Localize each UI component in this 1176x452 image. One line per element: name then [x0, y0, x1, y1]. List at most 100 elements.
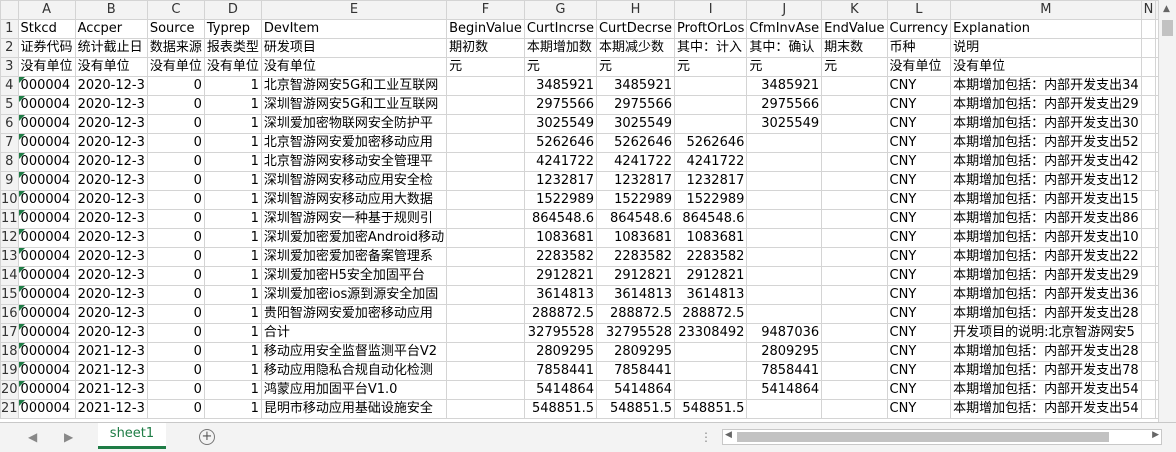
- cell[interactable]: [446, 361, 525, 381]
- scroll-right-icon[interactable]: ▶: [1152, 430, 1159, 440]
- cell[interactable]: 2912821: [673, 266, 748, 286]
- cell[interactable]: 合计: [260, 323, 448, 343]
- cell[interactable]: 1232817: [523, 171, 597, 191]
- cell[interactable]: 2020-12-3: [74, 285, 148, 305]
- triangle-left-icon[interactable]: ◀: [28, 430, 37, 444]
- cell[interactable]: 2021-12-3: [74, 342, 148, 362]
- cell[interactable]: 000004: [17, 152, 76, 172]
- cell[interactable]: 3485921: [746, 76, 823, 96]
- cell[interactable]: [446, 342, 525, 362]
- scroll-up-icon[interactable]: ▲: [1163, 4, 1170, 14]
- cell[interactable]: 5414864: [523, 380, 597, 400]
- cell[interactable]: 证券代码: [17, 38, 76, 58]
- cell[interactable]: [673, 95, 748, 115]
- cell[interactable]: 元: [673, 57, 748, 77]
- cell[interactable]: 1: [203, 266, 262, 286]
- cell[interactable]: 3614813: [673, 285, 748, 305]
- cell[interactable]: 其中：计入: [673, 38, 748, 58]
- column-header[interactable]: E: [260, 0, 448, 20]
- cell[interactable]: [446, 228, 525, 248]
- cell[interactable]: CNY: [886, 190, 952, 210]
- cell[interactable]: [673, 76, 748, 96]
- cell[interactable]: 1: [203, 304, 262, 324]
- cell[interactable]: 288872.5: [673, 304, 748, 324]
- row-header[interactable]: 10: [0, 190, 19, 210]
- cell[interactable]: 4241722: [673, 152, 748, 172]
- cell[interactable]: 9487036: [746, 323, 823, 343]
- cell[interactable]: 币种: [886, 38, 952, 58]
- cell[interactable]: 0: [146, 323, 205, 343]
- cell[interactable]: 0: [146, 304, 205, 324]
- cell[interactable]: [1140, 190, 1157, 210]
- cell[interactable]: 统计截止日: [74, 38, 148, 58]
- cell[interactable]: 2020-12-3: [74, 228, 148, 248]
- cell[interactable]: 昆明市移动应用基础设施安全: [260, 399, 448, 419]
- cell[interactable]: 2283582: [523, 247, 597, 267]
- cell[interactable]: Explanation: [950, 19, 1142, 39]
- cell[interactable]: [746, 152, 823, 172]
- cell[interactable]: 1522989: [523, 190, 597, 210]
- cell[interactable]: 000004: [17, 361, 76, 381]
- row-header[interactable]: 4: [0, 76, 19, 96]
- cell[interactable]: 7858441: [746, 361, 823, 381]
- horizontal-scrollbar[interactable]: ◀ ▶: [722, 429, 1162, 445]
- cell[interactable]: [1140, 19, 1157, 39]
- cell[interactable]: 864548.6: [523, 209, 597, 229]
- cell[interactable]: [821, 133, 888, 153]
- cell[interactable]: [1140, 76, 1157, 96]
- cell[interactable]: [1140, 57, 1157, 77]
- cell[interactable]: 0: [146, 342, 205, 362]
- cell[interactable]: CNY: [886, 171, 952, 191]
- cell[interactable]: [821, 304, 888, 324]
- triangle-right-icon[interactable]: ▶: [64, 430, 73, 444]
- cell[interactable]: 本期增加包括：内部开发支出86: [950, 209, 1142, 229]
- cell[interactable]: 元: [523, 57, 597, 77]
- cell[interactable]: CNY: [886, 247, 952, 267]
- cell[interactable]: 0: [146, 361, 205, 381]
- row-header[interactable]: 5: [0, 95, 19, 115]
- cell[interactable]: [446, 399, 525, 419]
- row-header[interactable]: 3: [0, 57, 19, 77]
- cell[interactable]: 2020-12-3: [74, 304, 148, 324]
- cell[interactable]: 1522989: [673, 190, 748, 210]
- cell[interactable]: 本期增加包括：内部开发支出36: [950, 285, 1142, 305]
- cell[interactable]: 2020-12-3: [74, 323, 148, 343]
- cell[interactable]: 0: [146, 266, 205, 286]
- cell[interactable]: 0: [146, 133, 205, 153]
- cell[interactable]: [746, 304, 823, 324]
- cell[interactable]: 3025549: [746, 114, 823, 134]
- cell[interactable]: [446, 152, 525, 172]
- cell[interactable]: 1: [203, 133, 262, 153]
- cell[interactable]: 000004: [17, 190, 76, 210]
- cell[interactable]: 1083681: [595, 228, 676, 248]
- cell[interactable]: 288872.5: [523, 304, 597, 324]
- select-all-corner[interactable]: [0, 0, 19, 20]
- cell[interactable]: 深圳智游网安移动应用大数据: [260, 190, 448, 210]
- cell[interactable]: [746, 247, 823, 267]
- cell[interactable]: CNY: [886, 361, 952, 381]
- cell[interactable]: 2912821: [595, 266, 676, 286]
- cell[interactable]: [821, 190, 888, 210]
- cell[interactable]: 0: [146, 380, 205, 400]
- cell[interactable]: 3025549: [595, 114, 676, 134]
- cell[interactable]: 本期增加包括：内部开发支出78: [950, 361, 1142, 381]
- cell[interactable]: 1: [203, 247, 262, 267]
- plus-circle-icon[interactable]: +: [199, 429, 215, 445]
- cell[interactable]: CNY: [886, 95, 952, 115]
- cell[interactable]: CNY: [886, 285, 952, 305]
- cell[interactable]: [446, 209, 525, 229]
- cell[interactable]: 本期增加包括：内部开发支出30: [950, 114, 1142, 134]
- cell[interactable]: 元: [746, 57, 823, 77]
- cell[interactable]: [673, 114, 748, 134]
- cell[interactable]: 2809295: [523, 342, 597, 362]
- cell[interactable]: [821, 171, 888, 191]
- cell[interactable]: 548851.5: [523, 399, 597, 419]
- cell[interactable]: 000004: [17, 228, 76, 248]
- cell[interactable]: 5262646: [673, 133, 748, 153]
- cell[interactable]: CNY: [886, 133, 952, 153]
- cell[interactable]: CurtDecrse: [595, 19, 676, 39]
- cell[interactable]: 5262646: [595, 133, 676, 153]
- cell[interactable]: 1083681: [523, 228, 597, 248]
- cell[interactable]: 2975566: [595, 95, 676, 115]
- cell[interactable]: 报表类型: [203, 38, 262, 58]
